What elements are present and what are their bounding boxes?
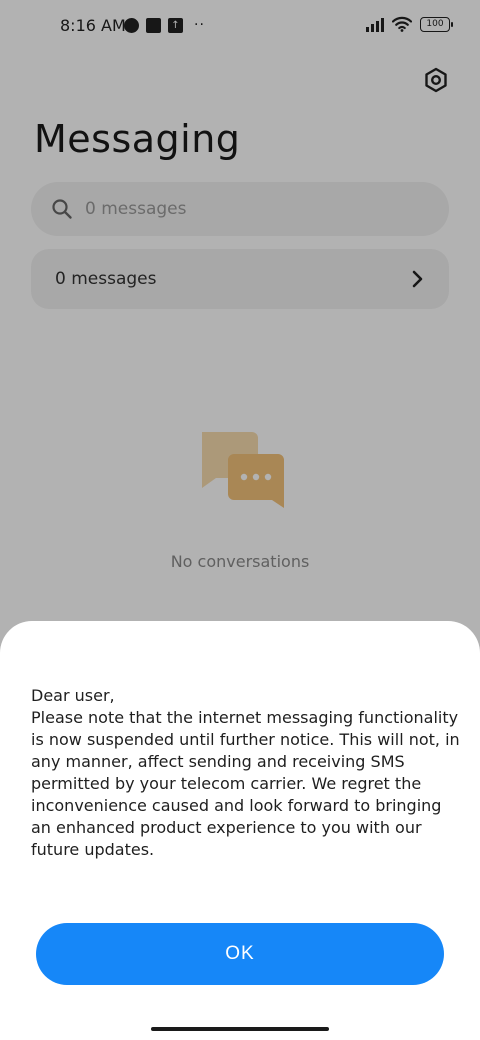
home-indicator[interactable] [151,1027,329,1031]
notice-dialog: Dear user, Please note that the internet… [0,621,480,1040]
ok-button[interactable]: OK [36,923,444,985]
dialog-message: Dear user, Please note that the internet… [31,686,460,859]
